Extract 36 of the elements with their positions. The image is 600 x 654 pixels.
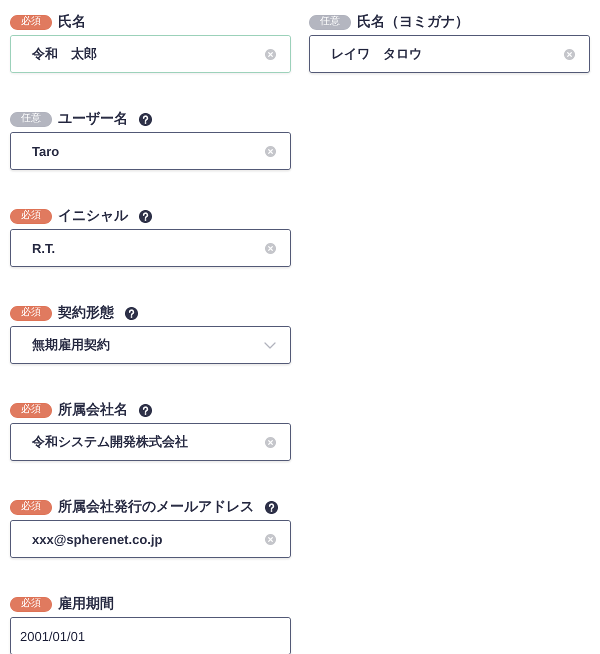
- field-label: ユーザー名: [58, 110, 128, 128]
- field-label: 氏名（ヨミガナ）: [357, 13, 469, 31]
- help-icon[interactable]: [139, 210, 152, 222]
- field-label: イニシャル: [58, 207, 128, 225]
- optional-badge: 任意: [309, 14, 351, 30]
- required-badge: 必須: [10, 306, 52, 320]
- chevron-down-icon: [264, 342, 276, 348]
- field-label: 所属会社名: [58, 401, 128, 419]
- required-badge: 必須: [10, 500, 52, 514]
- select-dropdown[interactable]: 無期雇用契約: [10, 326, 291, 364]
- help-icon[interactable]: [125, 306, 138, 320]
- date-input-field[interactable]: 2001/01/01: [10, 617, 291, 654]
- required-badge: 必須: [10, 208, 52, 224]
- required-badge: 必須: [10, 14, 52, 30]
- clear-icon[interactable]: [564, 48, 575, 60]
- text-input-field[interactable]: 令和システム開発株式会社: [10, 423, 291, 461]
- clear-icon[interactable]: [265, 534, 276, 544]
- field-label: 雇用期間: [58, 595, 114, 613]
- required-badge: 必須: [10, 402, 52, 418]
- text-input-field[interactable]: R.T.: [10, 229, 291, 267]
- required-badge: 必須: [10, 596, 52, 612]
- help-icon[interactable]: [139, 112, 152, 126]
- text-input-field[interactable]: 令和 太郎: [10, 35, 291, 73]
- help-icon[interactable]: [139, 404, 152, 416]
- clear-icon[interactable]: [265, 48, 276, 60]
- field-label: 氏名: [58, 13, 86, 31]
- field-label: 所属会社発行のメールアドレス: [58, 498, 254, 516]
- field-label: 契約形態: [58, 304, 114, 322]
- clear-icon[interactable]: [265, 436, 276, 448]
- clear-icon[interactable]: [265, 146, 276, 156]
- clear-icon[interactable]: [265, 242, 276, 254]
- help-icon[interactable]: [265, 500, 278, 514]
- text-input-field[interactable]: Taro: [10, 132, 291, 170]
- text-input-field[interactable]: xxx@spherenet.co.jp: [10, 520, 291, 558]
- text-input-field[interactable]: レイワ タロウ: [309, 35, 590, 73]
- optional-badge: 任意: [10, 112, 52, 126]
